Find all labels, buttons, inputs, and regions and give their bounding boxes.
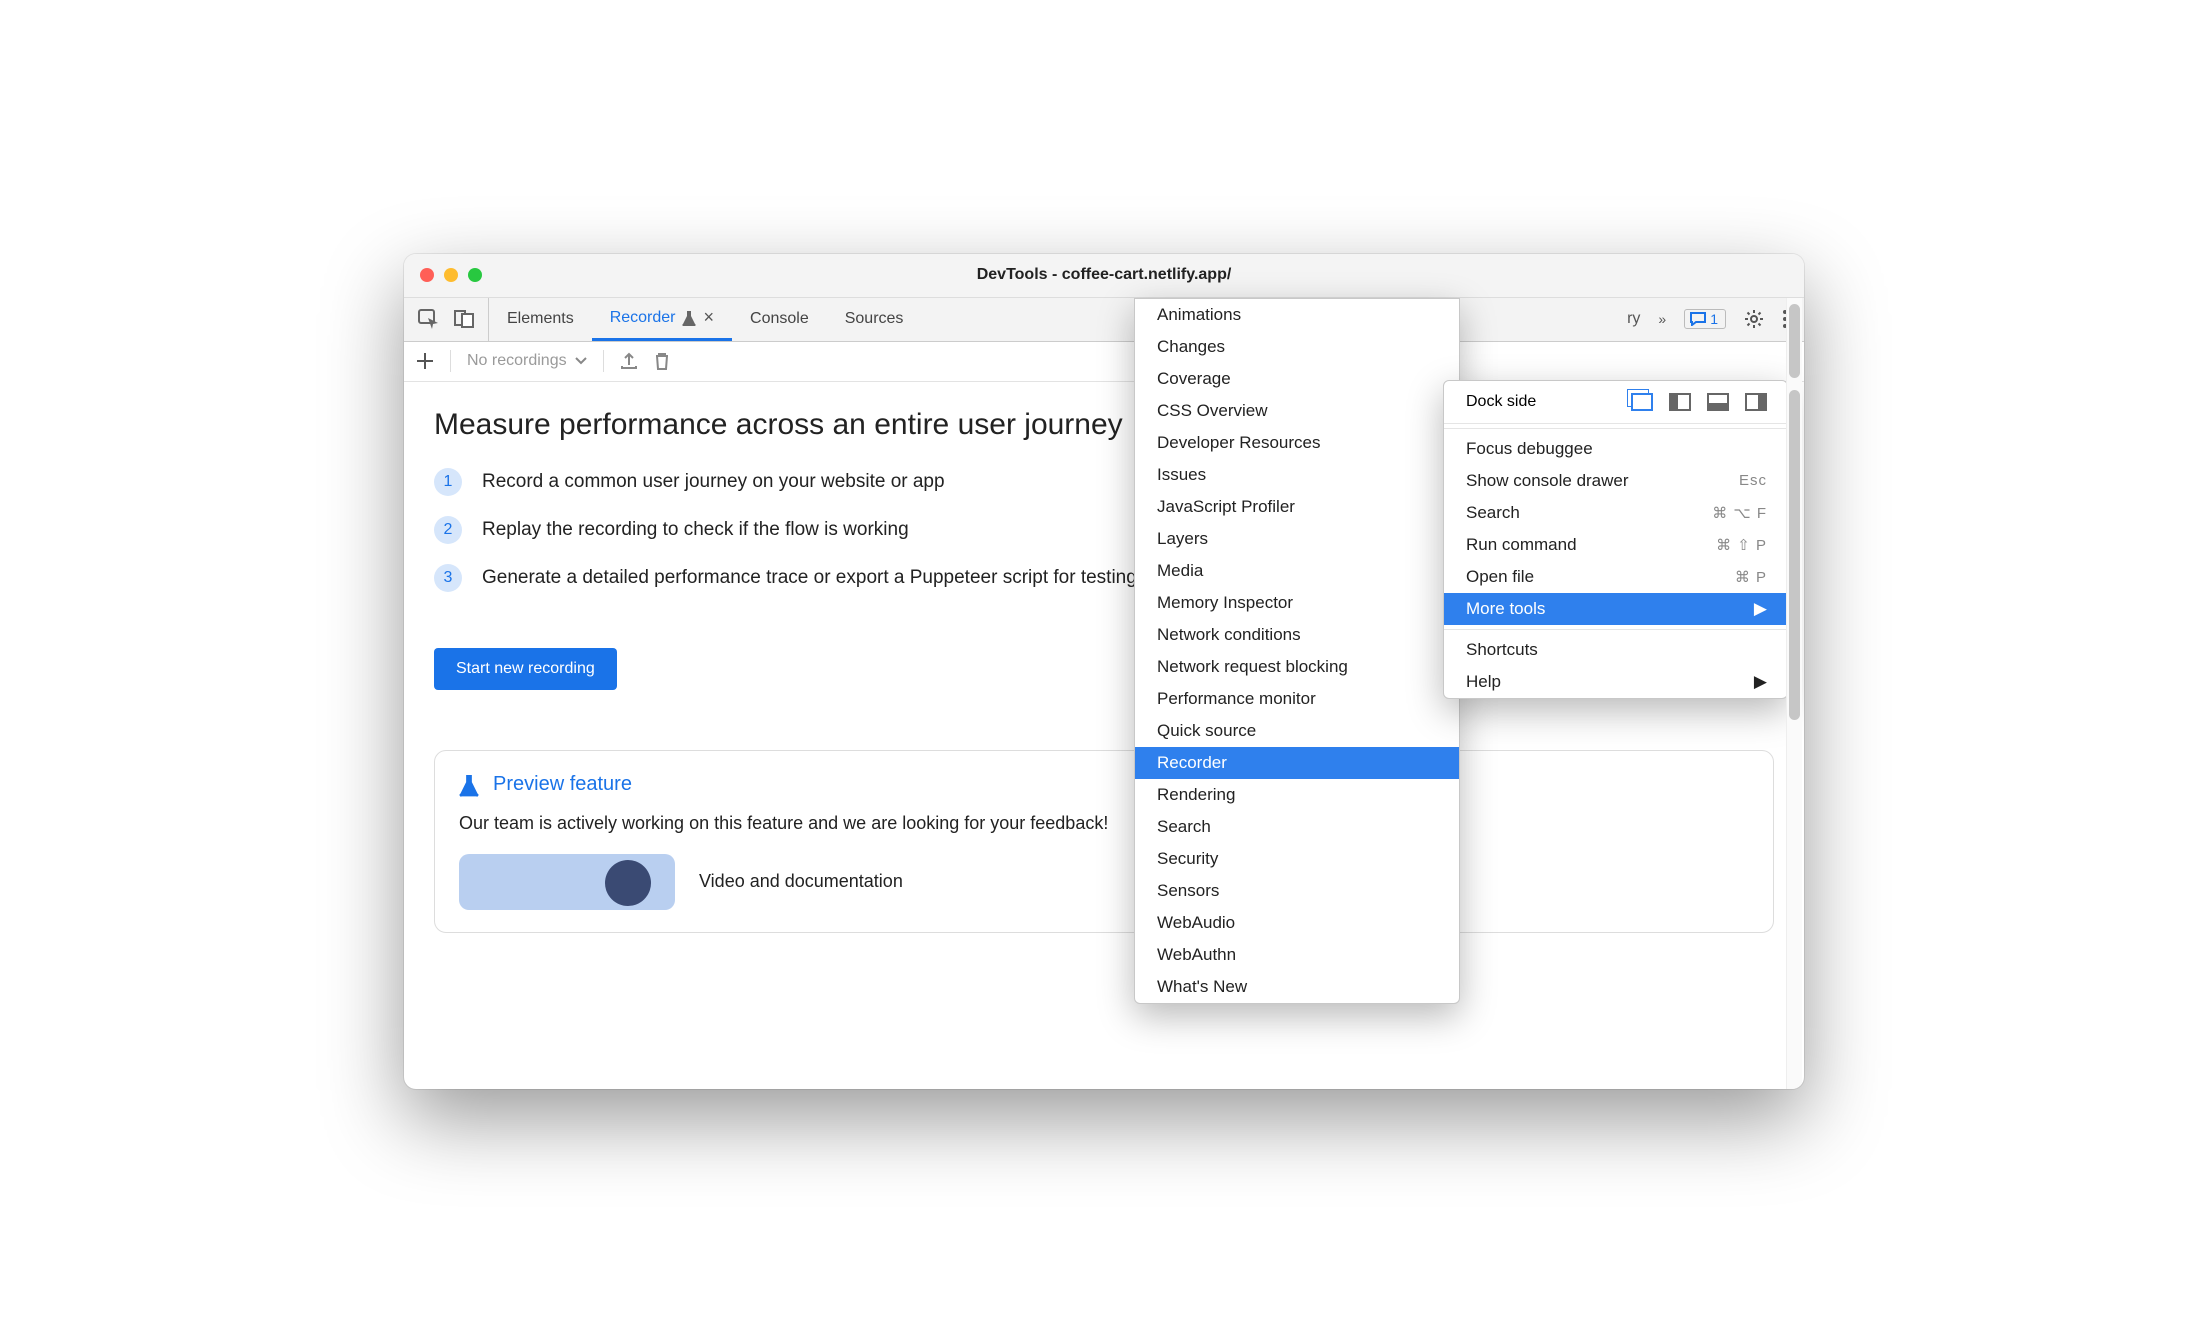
device-toolbar-icon[interactable]	[454, 309, 474, 329]
more-tools-item[interactable]: WebAudio	[1135, 907, 1459, 939]
preview-feature-copy: Our team is actively working on this fea…	[459, 813, 1749, 834]
window-controls	[404, 268, 482, 282]
comment-icon	[1690, 312, 1706, 326]
menu-separator	[1444, 428, 1787, 429]
more-tools-item[interactable]: Search	[1135, 811, 1459, 843]
more-tools-item[interactable]: Quick source	[1135, 715, 1459, 747]
more-tools-item[interactable]: Network request blocking	[1135, 651, 1459, 683]
maximize-window-button[interactable]	[468, 268, 482, 282]
delete-icon[interactable]	[654, 352, 670, 370]
dock-left-icon[interactable]	[1669, 393, 1691, 411]
more-tools-submenu[interactable]: AnimationsChangesCoverageCSS OverviewDev…	[1134, 298, 1460, 1004]
step-text: Replay the recording to check if the flo…	[482, 519, 909, 541]
chevron-down-icon	[575, 357, 587, 365]
flask-icon	[682, 310, 696, 326]
flask-icon	[459, 773, 479, 797]
titlebar: DevTools - coffee-cart.netlify.app/	[404, 254, 1804, 298]
divider	[603, 350, 604, 372]
more-tools-item[interactable]: Sensors	[1135, 875, 1459, 907]
dock-side-row: Dock side	[1444, 381, 1787, 424]
panel-tabs: Elements Recorder × Console Sources	[489, 298, 921, 341]
settings-gear-icon[interactable]	[1744, 309, 1764, 329]
more-tools-item[interactable]: Performance monitor	[1135, 683, 1459, 715]
more-tools-item[interactable]: WebAuthn	[1135, 939, 1459, 971]
divider	[450, 350, 451, 372]
video-doc-label: Video and documentation	[699, 871, 903, 892]
main-menu[interactable]: Dock side Focus debuggeeShow console dra…	[1443, 380, 1788, 699]
step-number: 3	[434, 564, 462, 592]
overflow-tabs-icon[interactable]: »	[1658, 311, 1666, 327]
more-tools-item[interactable]: Security	[1135, 843, 1459, 875]
more-tools-item[interactable]: Layers	[1135, 523, 1459, 555]
window-title: DevTools - coffee-cart.netlify.app/	[404, 266, 1804, 284]
recorder-toolbar: No recordings	[404, 342, 1804, 382]
scroll-thumb-lower[interactable]	[1789, 390, 1800, 720]
more-tools-item[interactable]: Memory Inspector	[1135, 587, 1459, 619]
main-menu-item[interactable]: Open file⌘ P	[1444, 561, 1787, 593]
more-tools-item[interactable]: Media	[1135, 555, 1459, 587]
more-tools-item[interactable]: Rendering	[1135, 779, 1459, 811]
preview-feature-card: Preview feature Our team is actively wor…	[434, 750, 1774, 933]
main-menu-item[interactable]: Search⌘ ⌥ F	[1444, 497, 1787, 529]
step-number: 2	[434, 516, 462, 544]
main-menu-item[interactable]: Focus debuggee	[1444, 433, 1787, 465]
submenu-arrow-icon: ▶	[1754, 599, 1767, 619]
tab-elements[interactable]: Elements	[489, 298, 592, 341]
more-tools-item[interactable]: CSS Overview	[1135, 395, 1459, 427]
main-menu-item[interactable]: Run command⌘ ⇧ P	[1444, 529, 1787, 561]
add-recording-icon[interactable]	[416, 352, 434, 370]
close-window-button[interactable]	[420, 268, 434, 282]
tab-console[interactable]: Console	[732, 298, 827, 341]
dock-undock-icon[interactable]	[1631, 393, 1653, 411]
more-tools-item[interactable]: Developer Resources	[1135, 427, 1459, 459]
more-tools-item[interactable]: Changes	[1135, 331, 1459, 363]
close-tab-icon[interactable]: ×	[704, 307, 715, 328]
more-tools-item[interactable]: Coverage	[1135, 363, 1459, 395]
start-recording-button[interactable]: Start new recording	[434, 648, 617, 690]
step-text: Generate a detailed performance trace or…	[482, 567, 1137, 589]
more-tools-menu-item[interactable]: More tools ▶	[1444, 593, 1787, 625]
step-number: 1	[434, 468, 462, 496]
main-menu-item[interactable]: Help▶	[1444, 666, 1787, 698]
main-menu-item[interactable]: Shortcuts	[1444, 634, 1787, 666]
panel-tabbar: Elements Recorder × Console Sources ry »…	[404, 298, 1804, 342]
dock-bottom-icon[interactable]	[1707, 393, 1729, 411]
issues-badge[interactable]: 1	[1684, 309, 1726, 329]
more-tools-item[interactable]: Network conditions	[1135, 619, 1459, 651]
more-tools-item[interactable]: Animations	[1135, 299, 1459, 331]
submenu-arrow-icon: ▶	[1754, 672, 1767, 692]
inspect-element-icon[interactable]	[418, 309, 440, 329]
more-tools-item[interactable]: Recorder	[1135, 747, 1459, 779]
vertical-scrollbar[interactable]	[1786, 298, 1802, 1089]
dock-icons	[1631, 393, 1767, 411]
devtools-window: DevTools - coffee-cart.netlify.app/ Elem…	[404, 254, 1804, 1089]
tab-recorder[interactable]: Recorder ×	[592, 298, 732, 341]
tabbar-right: ry » 1	[1611, 298, 1804, 341]
tab-sources[interactable]: Sources	[827, 298, 922, 341]
export-icon[interactable]	[620, 352, 638, 370]
scroll-thumb-upper[interactable]	[1789, 304, 1800, 378]
menu-separator	[1444, 629, 1787, 630]
recordings-dropdown[interactable]: No recordings	[467, 352, 587, 370]
more-tools-item[interactable]: What's New	[1135, 971, 1459, 1003]
inspect-controls	[404, 298, 489, 341]
minimize-window-button[interactable]	[444, 268, 458, 282]
dock-side-label: Dock side	[1466, 393, 1536, 411]
video-doc-row: Video and documentation	[459, 854, 1749, 910]
more-tools-item[interactable]: Issues	[1135, 459, 1459, 491]
hidden-tabs-hint: ry	[1627, 310, 1640, 328]
more-tools-item[interactable]: JavaScript Profiler	[1135, 491, 1459, 523]
main-menu-item[interactable]: Show console drawerEsc	[1444, 465, 1787, 497]
dock-right-icon[interactable]	[1745, 393, 1767, 411]
video-thumbnail[interactable]	[459, 854, 675, 910]
step-text: Record a common user journey on your web…	[482, 471, 945, 493]
preview-feature-header: Preview feature	[459, 773, 1749, 797]
